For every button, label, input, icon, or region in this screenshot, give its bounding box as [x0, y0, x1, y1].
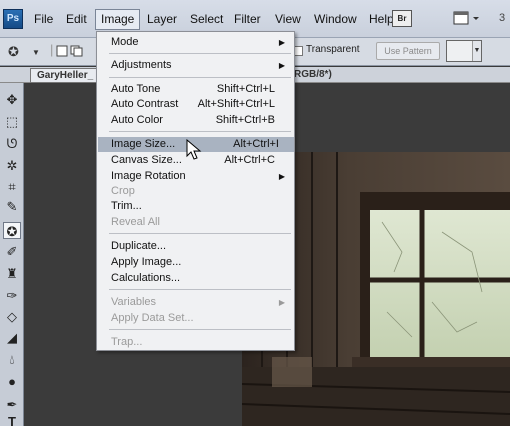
clone-stamp-tool-icon[interactable]: ♜	[3, 265, 21, 282]
menu-item-shortcut: Alt+Ctrl+C	[224, 154, 275, 166]
menu-item-label: Apply Data Set...	[111, 312, 194, 324]
eraser-tool-icon[interactable]: ◇	[3, 308, 21, 325]
menu-item-apply-data-set: Apply Data Set...	[111, 311, 291, 326]
menu-item-mode[interactable]: Mode ▶	[111, 35, 291, 50]
menu-select[interactable]: Select	[185, 9, 228, 30]
menu-item-shortcut: Shift+Ctrl+B	[215, 114, 275, 126]
image-menu-dropdown: Mode ▶ Adjustments ▶ Auto Tone Shift+Ctrl+L…	[96, 31, 295, 351]
menu-edit[interactable]: Edit	[61, 9, 92, 30]
transparent-label: Transparent	[306, 44, 360, 55]
submenu-arrow-icon: ▶	[278, 38, 285, 47]
menu-item-auto-color[interactable]: Auto Color Shift+Ctrl+B	[111, 113, 291, 128]
eyedropper-tool-icon[interactable]: ✎	[3, 198, 21, 215]
menu-item-image-rotation[interactable]: Image Rotation ▶	[111, 169, 291, 184]
toolbox: ✥ ⬚ ᘎ ✲ ⌗ ✎ ✪ ✐ ♜ ✑ ◇ ◢ 💧︎ ● ✒ T	[0, 83, 24, 426]
menu-separator	[109, 329, 291, 330]
magic-wand-tool-icon[interactable]: ✲	[3, 157, 21, 174]
marquee-tool-icon[interactable]: ⬚	[3, 113, 21, 130]
menu-item-variables: Variables ▶	[111, 295, 291, 310]
menu-separator	[109, 53, 291, 54]
photoshop-logo-icon[interactable]: Ps	[3, 9, 23, 29]
menu-item-label: Image Size...	[111, 138, 176, 150]
menu-item-trim[interactable]: Trim...	[111, 199, 291, 214]
history-brush-tool-icon[interactable]: ✑	[3, 287, 21, 304]
selection-new-icon[interactable]	[56, 45, 68, 60]
menu-item-label: Image Rotation	[111, 170, 186, 182]
menu-separator	[109, 131, 291, 132]
menu-item-auto-tone[interactable]: Auto Tone Shift+Ctrl+L	[111, 82, 291, 97]
lasso-tool-icon[interactable]: ᘎ	[3, 135, 21, 152]
dodge-tool-icon[interactable]: ●	[3, 373, 21, 390]
healing-brush-tool-icon[interactable]: ✪	[3, 222, 21, 239]
menu-image[interactable]: Image	[95, 9, 141, 30]
pattern-picker[interactable]: ▼	[446, 40, 482, 62]
menu-item-label: Auto Color	[111, 114, 163, 126]
menu-item-label: Trap...	[111, 336, 143, 348]
menu-item-calculations[interactable]: Calculations...	[111, 271, 291, 286]
patch-tool-icon[interactable]: ✪	[8, 44, 19, 60]
tool-preset-chevron-down-icon[interactable]: ▼	[32, 48, 40, 57]
menu-item-label: Apply Image...	[111, 256, 182, 268]
menu-item-adjustments[interactable]: Adjustments ▶	[111, 58, 291, 73]
view-extras-icon	[453, 11, 479, 25]
paint-bucket-tool-icon[interactable]: ◢	[3, 329, 21, 346]
menu-item-label: Canvas Size...	[111, 154, 182, 166]
document-mode-label: RGB/8*)	[294, 69, 332, 80]
submenu-arrow-icon: ▶	[278, 61, 285, 70]
menu-separator	[109, 233, 291, 234]
type-tool-icon[interactable]: T	[3, 413, 21, 426]
menu-item-shortcut: Alt+Ctrl+I	[233, 138, 279, 150]
menu-item-label: Duplicate...	[111, 240, 167, 252]
menu-item-label: Reveal All	[111, 216, 160, 228]
menu-item-label: Mode	[111, 36, 139, 48]
document-tab[interactable]: GaryHeller_	[30, 68, 100, 83]
menu-separator	[109, 77, 291, 78]
menubar-right-number: 3	[499, 12, 506, 24]
menu-separator	[109, 289, 291, 290]
view-extras-button[interactable]	[452, 10, 482, 27]
menu-view[interactable]: View	[270, 9, 306, 30]
menu-window[interactable]: Window	[309, 9, 362, 30]
mouse-cursor-icon	[186, 139, 202, 160]
separator-icon: |	[50, 42, 54, 57]
pen-tool-icon[interactable]: ✒	[3, 396, 21, 413]
menu-item-label: Variables	[111, 296, 157, 308]
menu-item-duplicate[interactable]: Duplicate...	[111, 239, 291, 254]
use-pattern-button[interactable]: Use Pattern	[376, 42, 440, 60]
menu-item-label: Auto Tone	[111, 83, 161, 95]
pattern-chevron-down-icon[interactable]: ▼	[472, 41, 481, 61]
blur-tool-icon[interactable]: 💧︎	[3, 351, 21, 368]
menu-item-label: Adjustments	[111, 59, 172, 71]
crop-tool-icon[interactable]: ⌗	[3, 178, 21, 195]
move-tool-icon[interactable]: ✥	[3, 91, 21, 108]
menu-item-trap: Trap...	[111, 335, 291, 350]
submenu-arrow-icon: ▶	[278, 298, 285, 307]
photoshop-window: Ps File Edit Image Layer Select Filter V…	[0, 0, 510, 426]
menu-item-label: Trim...	[111, 200, 142, 212]
menu-filter[interactable]: Filter	[229, 9, 266, 30]
menu-item-label: Crop	[111, 185, 135, 197]
menu-layer[interactable]: Layer	[142, 9, 182, 30]
bridge-button[interactable]: Br	[392, 10, 412, 27]
menu-item-apply-image[interactable]: Apply Image...	[111, 255, 291, 270]
menu-item-shortcut: Shift+Ctrl+L	[216, 83, 275, 95]
menu-item-reveal-all: Reveal All	[111, 215, 291, 230]
menu-item-label: Calculations...	[111, 272, 181, 284]
menu-item-crop: Crop	[111, 184, 291, 199]
selection-add-icon[interactable]	[70, 45, 84, 60]
menu-file[interactable]: File	[29, 9, 58, 30]
menu-item-label: Auto Contrast	[111, 98, 179, 110]
submenu-arrow-icon: ▶	[278, 172, 285, 181]
brush-tool-icon[interactable]: ✐	[3, 243, 21, 260]
menu-item-auto-contrast[interactable]: Auto Contrast Alt+Shift+Ctrl+L	[111, 97, 291, 112]
menu-item-shortcut: Alt+Shift+Ctrl+L	[197, 98, 275, 110]
